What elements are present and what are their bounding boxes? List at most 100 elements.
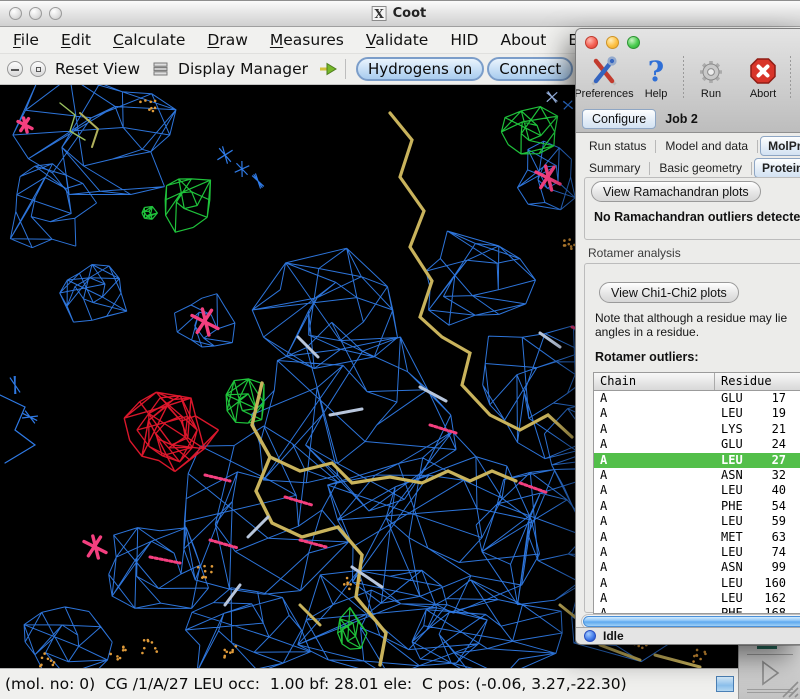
menu-measures[interactable]: Measures (259, 31, 355, 49)
menu-file[interactable]: File (2, 31, 50, 49)
tab-model-and-data[interactable]: Model and data (658, 137, 755, 155)
cell-chain: A (594, 483, 715, 498)
rotamer-row-phe-54[interactable]: APHE 54 (594, 499, 800, 514)
rotamer-row-leu-27[interactable]: ALEU 27 (594, 453, 800, 468)
cell-residue: LEU 162 (715, 591, 786, 606)
a-button[interactable]: A (792, 54, 800, 100)
tab-molprobit[interactable]: MolProbit (760, 136, 800, 156)
rotamer-outliers-label: Rotamer outliers: (595, 350, 699, 364)
cell-chain: A (594, 406, 715, 421)
menu-about[interactable]: About (489, 31, 557, 49)
play-icon[interactable] (759, 660, 781, 686)
preferences-button[interactable]: Preferences (578, 54, 630, 100)
rotamer-row-leu-40[interactable]: ALEU 40 (594, 483, 800, 498)
tab-run-status[interactable]: Run status (582, 137, 653, 155)
dialog-zoom-button[interactable] (627, 36, 640, 49)
tab-separator (751, 162, 752, 175)
run-button[interactable]: Run (685, 54, 737, 100)
tab-protein[interactable]: Protein (754, 158, 800, 178)
cell-chain: A (594, 468, 715, 483)
rotamer-row-leu-19[interactable]: ALEU 19 (594, 406, 800, 421)
scrollbar-thumb[interactable] (583, 616, 800, 627)
svg-text:?: ? (648, 56, 664, 86)
svg-text:X: X (374, 7, 384, 21)
rotamer-row-leu-160[interactable]: ALEU 160 (594, 576, 800, 591)
ramachandran-message: No Ramachandran outliers detecte (594, 210, 800, 224)
validation-dialog: Preferences?HelpRunAbortA ConfigureJob 2… (575, 28, 800, 645)
rotamer-row-leu-74[interactable]: ALEU 74 (594, 545, 800, 560)
dialog-content: Run status Model and data MolProbit Summar… (576, 134, 800, 627)
cell-residue: LEU 27 (715, 453, 786, 468)
rotamer-row-asn-32[interactable]: AASN 32 (594, 468, 800, 483)
redo-round-button[interactable] (30, 61, 46, 77)
connect-button[interactable]: Connect (487, 57, 573, 81)
rotamer-outliers-table[interactable]: Chain Residue AGLU 17ALEU 19ALYS 21AGLU … (593, 372, 800, 614)
view-chi1-chi2-plots-button[interactable]: View Chi1-Chi2 plots (599, 282, 739, 303)
minimize-button[interactable] (29, 7, 42, 20)
dialog-minimize-button[interactable] (606, 36, 619, 49)
cell-chain: A (594, 437, 715, 452)
run-gear-icon (696, 55, 726, 87)
zoom-button[interactable] (49, 7, 62, 20)
cell-chain: A (594, 560, 715, 575)
category-tabs: SummaryBasic geometryProteinC (582, 158, 800, 178)
tab-configure[interactable]: Configure (582, 109, 656, 129)
horizontal-scrollbar[interactable] (581, 614, 800, 627)
status-progress-widget[interactable] (716, 676, 734, 692)
toolbar-group-separator (683, 56, 684, 100)
cell-chain: A (594, 422, 715, 437)
cell-residue: PHE 54 (715, 499, 786, 514)
menu-edit[interactable]: Edit (50, 31, 102, 49)
rotamer-row-glu-17[interactable]: AGLU 17 (594, 391, 800, 406)
status-bar: (mol. no: 0) CG /1/A/27 LEU occ: 1.00 bf… (0, 668, 738, 699)
ramachandran-frame: View Ramachandran plots No Ramachandran … (584, 177, 800, 240)
tab-summary[interactable]: Summary (582, 159, 647, 177)
dialog-close-button[interactable] (585, 36, 598, 49)
display-manager-button[interactable]: Display Manager (178, 60, 308, 78)
rotamer-row-glu-24[interactable]: AGLU 24 (594, 437, 800, 452)
help-button[interactable]: ? Help (630, 54, 682, 100)
cell-residue: ASN 99 (715, 560, 786, 575)
reset-view-button[interactable]: Reset View (55, 60, 140, 78)
rotamer-row-phe-168[interactable]: APHE 168 (594, 606, 800, 614)
rotamer-frame: View Chi1-Chi2 plots Note that although … (584, 263, 800, 613)
menu-validate[interactable]: Validate (355, 31, 439, 49)
close-button[interactable] (9, 7, 22, 20)
toolbar-button-label: Help (645, 88, 668, 100)
scale-mark (757, 646, 777, 649)
tab-job-2[interactable]: Job 2 (656, 110, 707, 128)
cell-residue: MET 63 (715, 530, 786, 545)
tab-basic-geometry[interactable]: Basic geometry (652, 159, 749, 177)
rotamer-row-met-63[interactable]: AMET 63 (594, 530, 800, 545)
tab-separator (655, 140, 656, 153)
toolbar-separator (345, 59, 346, 79)
tab-separator (757, 140, 758, 153)
cell-residue: GLU 24 (715, 437, 786, 452)
corner-panel (738, 645, 800, 699)
undo-round-button[interactable] (7, 61, 23, 77)
cell-residue: LEU 74 (715, 545, 786, 560)
column-header-residue[interactable]: Residue (715, 373, 772, 390)
column-header-chain[interactable]: Chain (594, 373, 715, 390)
rotamer-row-leu-59[interactable]: ALEU 59 (594, 514, 800, 529)
menu-calculate[interactable]: Calculate (102, 31, 196, 49)
menu-draw[interactable]: Draw (196, 31, 259, 49)
hydrogens-toggle-button[interactable]: Hydrogens on (356, 57, 484, 81)
window-title: X Coot (372, 1, 427, 26)
rotamer-row-lys-21[interactable]: ALYS 21 (594, 422, 800, 437)
rotamer-row-leu-162[interactable]: ALEU 162 (594, 591, 800, 606)
cell-chain: A (594, 545, 715, 560)
menu-hid[interactable]: HID (439, 31, 489, 49)
abort-button[interactable]: Abort (737, 54, 789, 100)
view-ramachandran-plots-button[interactable]: View Ramachandran plots (591, 181, 761, 202)
tab-separator (649, 162, 650, 175)
resize-grip[interactable] (779, 678, 799, 698)
dialog-toolbar: Preferences? Help RunAbortA (578, 54, 800, 100)
section-tabs: Run status Model and data MolProbit (582, 136, 800, 156)
rotamer-row-asn-99[interactable]: AASN 99 (594, 560, 800, 575)
divider (747, 654, 793, 655)
go-arrow-icon[interactable] (317, 62, 338, 76)
preferences-tools-icon (589, 55, 619, 87)
table-body: AGLU 17ALEU 19ALYS 21AGLU 24ALEU 27AASN … (594, 391, 800, 614)
cell-chain: A (594, 514, 715, 529)
